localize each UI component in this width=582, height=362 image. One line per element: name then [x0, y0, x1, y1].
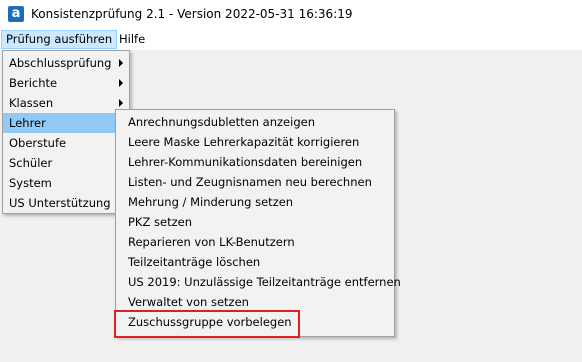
submenu-item-label: Anrechnungsdubletten anzeigen — [128, 115, 315, 129]
menu-item-abschlusspruefung[interactable]: Abschlussprüfung — [3, 53, 129, 73]
submenu-arrow-icon — [119, 59, 123, 67]
window-title: Konsistenzprüfung 2.1 - Version 2022-05-… — [31, 7, 353, 21]
submenu-item-label: Lehrer-Kommunikationsdaten bereinigen — [128, 155, 363, 169]
submenu-item-label: PKZ setzen — [128, 215, 192, 229]
menu-pruefung-ausfuehren[interactable]: Prüfung ausführen — [1, 30, 118, 49]
submenu-item-label: Listen- und Zeugnisnamen neu berechnen — [128, 175, 372, 189]
menu-bar: Prüfung ausführen Hilfe — [0, 30, 582, 51]
menu-item-schueler[interactable]: Schüler — [3, 153, 129, 173]
submenu-item-anrechnungsdubletten[interactable]: Anrechnungsdubletten anzeigen — [116, 112, 394, 132]
submenu-item-pkz-setzen[interactable]: PKZ setzen — [116, 212, 394, 232]
submenu-arrow-icon — [119, 99, 123, 107]
menu-item-label: Schüler — [9, 156, 53, 170]
menu-item-label: Lehrer — [9, 116, 46, 130]
submenu-item-zuschussgruppe[interactable]: Zuschussgruppe vorbelegen — [116, 312, 394, 332]
menu-item-us-unterstuetzung[interactable]: US Unterstützung — [3, 193, 129, 213]
submenu-item-reparieren-lk[interactable]: Reparieren von LK-Benutzern — [116, 232, 394, 252]
submenu-item-listen-zeugnisnamen[interactable]: Listen- und Zeugnisnamen neu berechnen — [116, 172, 394, 192]
menu-item-label: Berichte — [9, 76, 58, 90]
menu-item-lehrer[interactable]: Lehrer — [3, 113, 129, 133]
app-icon: a — [8, 6, 24, 22]
menu-item-klassen[interactable]: Klassen — [3, 93, 129, 113]
menu-item-label: System — [9, 176, 52, 190]
submenu-item-label: Verwaltet von setzen — [128, 295, 249, 309]
menu-item-berichte[interactable]: Berichte — [3, 73, 129, 93]
submenu-item-label: Reparieren von LK-Benutzern — [128, 235, 295, 249]
submenu-item-teilzeitantraege-loeschen[interactable]: Teilzeitanträge löschen — [116, 252, 394, 272]
submenu-item-label: Teilzeitanträge löschen — [128, 255, 261, 269]
menu-item-label: US Unterstützung — [9, 196, 111, 210]
menu-item-label: Abschlussprüfung — [9, 56, 112, 70]
menu-item-system[interactable]: System — [3, 173, 129, 193]
submenu-arrow-icon — [119, 79, 123, 87]
submenu-item-kommunikationsdaten[interactable]: Lehrer-Kommunikationsdaten bereinigen — [116, 152, 394, 172]
submenu-item-mehrung-minderung[interactable]: Mehrung / Minderung setzen — [116, 192, 394, 212]
submenu-item-label: US 2019: Unzulässige Teilzeitanträge ent… — [128, 275, 401, 289]
submenu-item-label: Leere Maske Lehrerkapazität korrigieren — [128, 135, 360, 149]
pruefung-dropdown-menu: Abschlussprüfung Berichte Klassen Lehrer… — [2, 50, 130, 214]
submenu-item-label: Zuschussgruppe vorbelegen — [128, 315, 292, 329]
title-bar: a Konsistenzprüfung 2.1 - Version 2022-0… — [0, 0, 582, 30]
menu-item-label: Oberstufe — [9, 136, 67, 150]
menu-item-label: Klassen — [9, 96, 54, 110]
submenu-item-leere-maske[interactable]: Leere Maske Lehrerkapazität korrigieren — [116, 132, 394, 152]
menu-item-oberstufe[interactable]: Oberstufe — [3, 133, 129, 153]
menu-hilfe[interactable]: Hilfe — [114, 30, 150, 49]
submenu-item-label: Mehrung / Minderung setzen — [128, 195, 294, 209]
lehrer-submenu: Anrechnungsdubletten anzeigen Leere Mask… — [115, 109, 401, 337]
submenu-item-us2019-teilzeitantraege[interactable]: US 2019: Unzulässige Teilzeitanträge ent… — [116, 272, 401, 292]
submenu-item-verwaltet-von[interactable]: Verwaltet von setzen — [116, 292, 394, 312]
